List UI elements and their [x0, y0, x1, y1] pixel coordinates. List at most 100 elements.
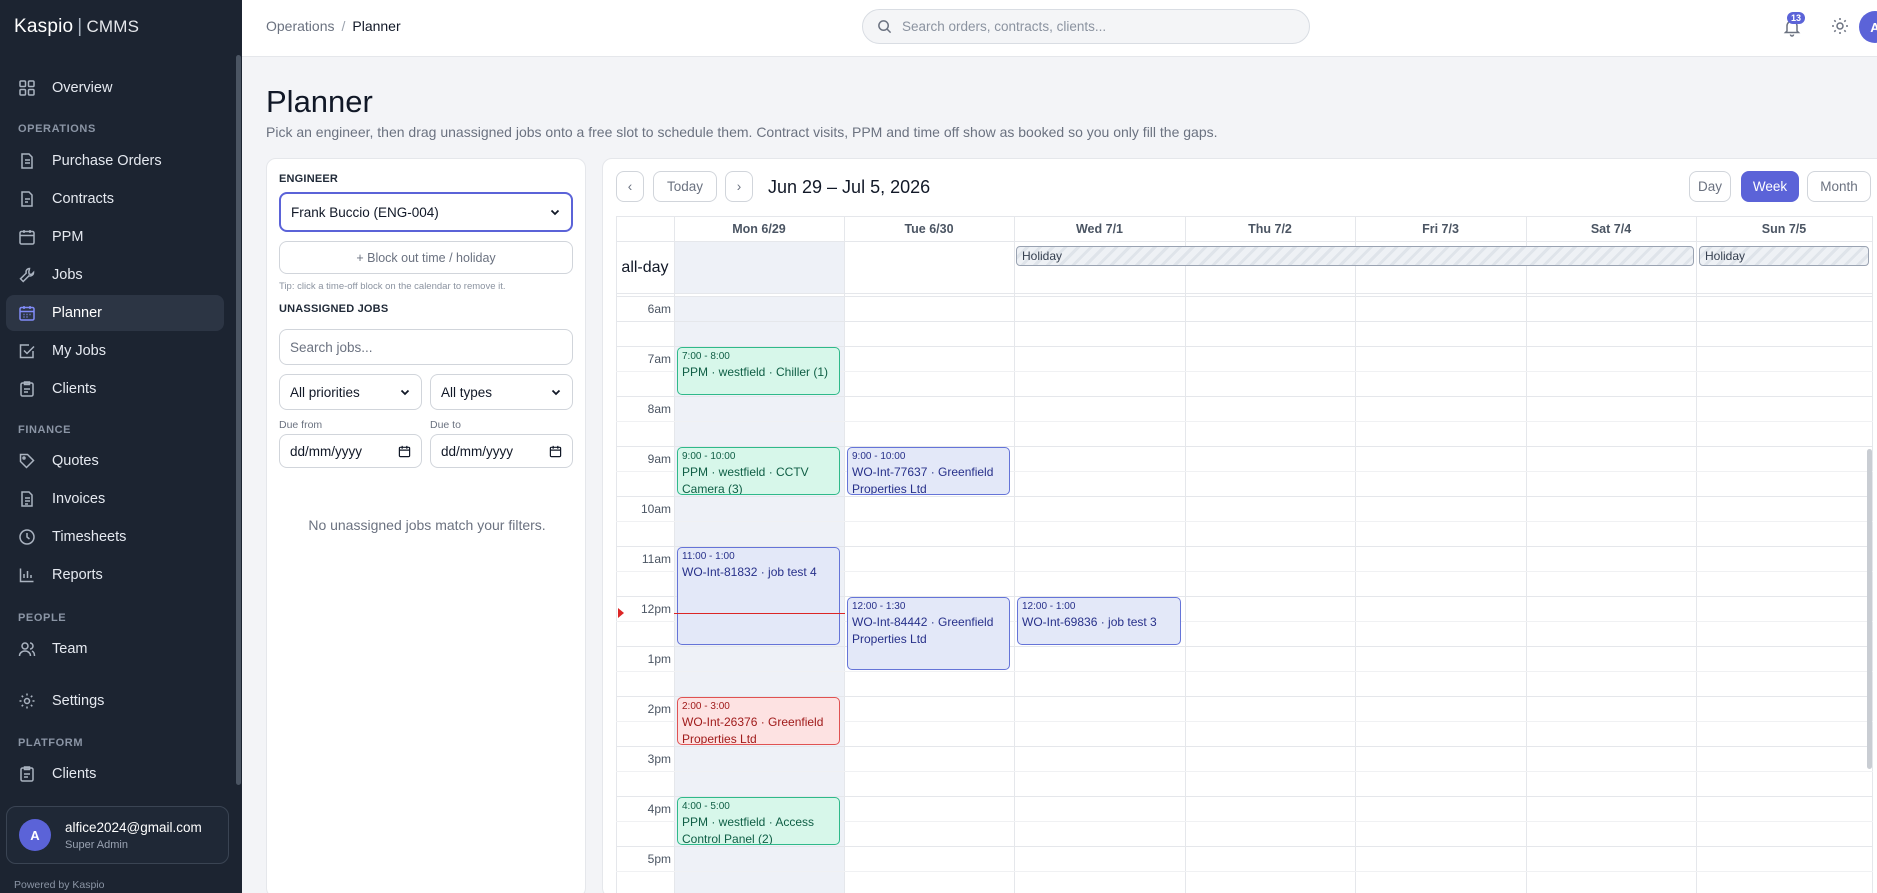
search-input[interactable] — [902, 19, 1282, 34]
hour-label: 4pm — [647, 802, 671, 816]
event-title: PPM · westfield · Access Control Panel (… — [682, 815, 815, 845]
sidebar-item-quotes[interactable]: Quotes — [6, 443, 224, 479]
hour-label: 11am — [641, 552, 671, 566]
empty-state-message: No unassigned jobs match your filters. — [308, 517, 546, 533]
avatar: A — [19, 819, 51, 851]
sidebar-item-contracts[interactable]: Contracts — [6, 181, 224, 217]
view-week-button[interactable]: Week — [1741, 171, 1799, 202]
sidebar-item-label: PPM — [52, 229, 84, 245]
user-card[interactable]: A alfice2024@gmail.com Super Admin — [6, 806, 229, 864]
sidebar-item-settings[interactable]: Settings — [6, 683, 224, 719]
sidebar-item-team[interactable]: Team — [6, 631, 224, 667]
holiday-block[interactable]: Holiday — [1016, 246, 1694, 266]
hour-label: 10am — [640, 502, 671, 516]
engineer-label: ENGINEER — [279, 173, 339, 185]
sidebar-item-label: Clients — [52, 766, 97, 782]
sidebar-item-purchase-orders[interactable]: Purchase Orders — [6, 143, 224, 179]
calendar-event[interactable]: 9:00 - 10:00 WO-Int-77637 · Greenfield P… — [847, 447, 1010, 495]
user-avatar[interactable]: A — [1859, 11, 1877, 43]
calendar-scrollbar[interactable] — [1867, 449, 1872, 769]
powered-by: Powered by Kaspio — [14, 879, 105, 891]
due-to-field[interactable]: dd/mm/yyyy — [430, 434, 573, 468]
type-select[interactable]: All types — [430, 374, 573, 410]
checkbox-icon — [18, 342, 36, 360]
calendar-icon — [18, 228, 36, 246]
sidebar-item-invoices[interactable]: Invoices — [6, 481, 224, 517]
engineer-select[interactable]: Frank Buccio (ENG-004) — [279, 192, 573, 232]
breadcrumb-current: Planner — [352, 18, 401, 34]
view-day-button[interactable]: Day — [1689, 171, 1731, 202]
hour-label: 12pm — [640, 602, 671, 616]
sidebar-item-overview[interactable]: Overview — [6, 70, 224, 106]
receipt-icon — [18, 490, 36, 508]
job-search-input[interactable] — [290, 339, 562, 355]
sidebar-item-planner[interactable]: Planner — [6, 295, 224, 331]
sidebar-item-label: Clients — [52, 381, 97, 397]
due-from-field[interactable]: dd/mm/yyyy — [279, 434, 422, 468]
day-header-thu[interactable]: Thu 7/2 — [1185, 216, 1355, 241]
event-title: WO-Int-77637 · Greenfield Properties Ltd — [852, 465, 994, 495]
sidebar-item-label: Purchase Orders — [52, 153, 162, 169]
breadcrumb-operations[interactable]: Operations — [266, 18, 334, 34]
today-button[interactable]: Today — [653, 171, 717, 202]
user-role: Super Admin — [65, 838, 128, 851]
hour-label: 1pm — [647, 652, 671, 666]
sidebar-item-reports[interactable]: Reports — [6, 557, 224, 593]
sidebar-item-clients[interactable]: Clients — [6, 371, 224, 407]
holiday-block[interactable]: Holiday — [1699, 246, 1869, 266]
wrench-icon — [18, 266, 36, 284]
page-subtitle: Pick an engineer, then drag unassigned j… — [266, 124, 1218, 140]
sidebar-item-label: Reports — [52, 567, 103, 583]
prev-week-button[interactable]: ‹ — [616, 171, 644, 202]
sidebar-item-platform-clients[interactable]: Clients — [6, 756, 224, 792]
users-icon — [18, 640, 36, 658]
calendar-event[interactable]: 12:00 - 1:00 WO-Int-69836 · job test 3 — [1017, 597, 1181, 645]
day-header-wed[interactable]: Wed 7/1 — [1014, 216, 1185, 241]
job-search-field[interactable] — [279, 329, 573, 365]
event-title: WO-Int-84442 · Greenfield Properties Ltd — [852, 615, 994, 646]
type-value: All types — [441, 384, 493, 400]
document-icon — [18, 152, 36, 170]
day-header-tue[interactable]: Tue 6/30 — [844, 216, 1014, 241]
event-title: WO-Int-69836 · job test 3 — [1022, 615, 1157, 629]
sidebar-item-my-jobs[interactable]: My Jobs — [6, 333, 224, 369]
event-time: 9:00 - 10:00 — [852, 451, 906, 462]
day-header-sun[interactable]: Sun 7/5 — [1696, 216, 1872, 241]
hour-label: 9am — [647, 452, 671, 466]
day-header-mon[interactable]: Mon 6/29 — [674, 216, 844, 241]
breadcrumb: Operations / Planner — [266, 18, 401, 34]
sun-icon[interactable] — [1830, 16, 1850, 36]
calendar-event[interactable]: 4:00 - 5:00 PPM · westfield · Access Con… — [677, 797, 840, 845]
file-icon — [18, 190, 36, 208]
next-week-button[interactable]: › — [725, 171, 753, 202]
event-title: WO-Int-81832 · job test 4 — [682, 565, 817, 579]
calendar-event[interactable]: 12:00 - 1:30 WO-Int-84442 · Greenfield P… — [847, 597, 1010, 670]
calendar-event[interactable]: 2:00 - 3:00 WO-Int-26376 · Greenfield Pr… — [677, 697, 840, 745]
event-title: WO-Int-26376 · Greenfield Properties Ltd — [682, 715, 824, 745]
sidebar-item-label: Team — [52, 641, 88, 657]
sidebar-scrollbar[interactable] — [236, 55, 241, 785]
brand-logo[interactable]: Kaspio | CMMS — [14, 16, 139, 38]
day-header-fri[interactable]: Fri 7/3 — [1355, 216, 1526, 241]
day-header-sat[interactable]: Sat 7/4 — [1526, 216, 1696, 241]
event-time: 2:00 - 3:00 — [682, 701, 730, 712]
calendar-event[interactable]: 11:00 - 1:00 WO-Int-81832 · job test 4 — [677, 547, 840, 645]
grid-icon — [18, 79, 36, 97]
view-month-button[interactable]: Month — [1807, 171, 1871, 202]
sidebar-item-timesheets[interactable]: Timesheets — [6, 519, 224, 555]
today-allday-cell[interactable] — [674, 241, 844, 294]
sidebar-item-label: Invoices — [52, 491, 106, 507]
calendar-icon[interactable] — [398, 445, 411, 458]
sidebar-item-ppm[interactable]: PPM — [6, 219, 224, 255]
global-search[interactable] — [862, 9, 1310, 44]
calendar-event[interactable]: 7:00 - 8:00 PPM · westfield · Chiller (1… — [677, 347, 840, 395]
calendar-event[interactable]: 9:00 - 10:00 PPM · westfield · CCTV Came… — [677, 447, 840, 495]
event-time: 9:00 - 10:00 — [682, 451, 736, 462]
sidebar: Kaspio | CMMS Overview OPERATIONS Purchase… — [0, 0, 242, 893]
sidebar-item-jobs[interactable]: Jobs — [6, 257, 224, 293]
section-people: PEOPLE — [18, 612, 67, 624]
priority-select[interactable]: All priorities — [279, 374, 422, 410]
block-out-time-button[interactable]: + Block out time / holiday — [279, 241, 573, 274]
hour-label: 5pm — [647, 852, 671, 866]
calendar-icon[interactable] — [549, 445, 562, 458]
